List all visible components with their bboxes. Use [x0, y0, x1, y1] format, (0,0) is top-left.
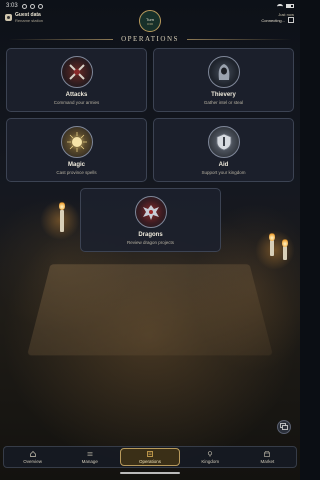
tab-label: Operations	[139, 458, 162, 464]
card-subtitle: Cast province spells	[56, 170, 97, 175]
card-thievery[interactable]: Thievery Gather intel or steal	[153, 48, 294, 112]
card-subtitle: Command your armies	[53, 100, 100, 105]
tab-label: Overview	[23, 458, 42, 464]
market-icon	[264, 450, 271, 457]
candle-flame	[59, 201, 65, 210]
card-aid[interactable]: Aid Support your kingdom	[153, 118, 294, 182]
notification-icon	[29, 3, 35, 9]
section-header: OPERATIONS	[0, 34, 300, 44]
sync-status-text: Connecting...	[261, 17, 285, 23]
home-icon	[29, 450, 36, 457]
crossed-swords-icon	[60, 56, 93, 88]
divider	[8, 38, 114, 40]
status-time: 3:03	[6, 3, 18, 9]
tab-label: Market	[260, 458, 275, 464]
section-title: OPERATIONS	[121, 35, 179, 43]
guest-subtitle[interactable]: Rename station	[15, 18, 43, 23]
gesture-handle	[120, 472, 180, 474]
status-icons	[21, 3, 43, 9]
card-title: Attacks	[65, 92, 88, 98]
sync-status: Just now Connecting...	[261, 12, 294, 23]
tab-label: Manage	[81, 458, 98, 464]
card-magic[interactable]: Magic Cast province spells	[6, 118, 147, 182]
candle	[283, 246, 287, 260]
card-title: Magic	[67, 162, 85, 168]
glowing-orb-icon	[60, 126, 93, 158]
tab-kingdom[interactable]: Kingdom	[182, 447, 239, 467]
profile-icon	[5, 14, 12, 21]
card-title: Aid	[218, 162, 229, 168]
card-subtitle: Review dragon projects	[126, 240, 175, 245]
guest-profile[interactable]: Guest data Rename station	[5, 12, 43, 23]
turn-timer: 0:00	[147, 21, 153, 26]
divider	[186, 38, 293, 40]
shield-icon	[207, 126, 240, 158]
menu-icon[interactable]	[288, 17, 294, 23]
card-title: Dragons	[138, 232, 163, 238]
tab-manage[interactable]: Manage	[61, 447, 118, 467]
candle	[270, 240, 274, 256]
dragon-icon	[134, 196, 167, 228]
card-subtitle: Support your kingdom	[201, 170, 246, 175]
top-header: Guest data Rename station Turn 0:00 Just…	[0, 10, 300, 32]
tab-label: Kingdom	[201, 458, 220, 464]
bottom-navigation: Overview Manage Operations Kingdom Marke…	[3, 446, 297, 468]
chat-button[interactable]	[277, 420, 291, 434]
wifi-icon	[277, 3, 283, 9]
candle-flame	[269, 232, 275, 241]
card-attacks[interactable]: Attacks Command your armies	[6, 48, 147, 112]
card-title: Thievery	[211, 92, 236, 98]
candle-glow	[255, 230, 295, 270]
hooded-figure-icon	[207, 56, 240, 88]
candle	[60, 210, 64, 232]
notification-icon	[37, 3, 43, 9]
tab-market[interactable]: Market	[239, 447, 296, 467]
pin-icon	[208, 450, 213, 457]
notification-icon	[21, 3, 27, 9]
card-dragons[interactable]: Dragons Review dragon projects	[80, 188, 221, 252]
turn-badge[interactable]: Turn 0:00	[139, 10, 161, 32]
background-map	[27, 264, 273, 356]
candle-flame	[282, 238, 288, 247]
chat-icon	[280, 423, 288, 430]
operations-icon	[147, 450, 153, 457]
sliders-icon	[87, 451, 93, 456]
tab-operations[interactable]: Operations	[120, 448, 180, 466]
card-subtitle: Gather intel or steal	[203, 100, 244, 105]
battery-icon	[286, 4, 294, 8]
tab-overview[interactable]: Overview	[4, 447, 61, 467]
